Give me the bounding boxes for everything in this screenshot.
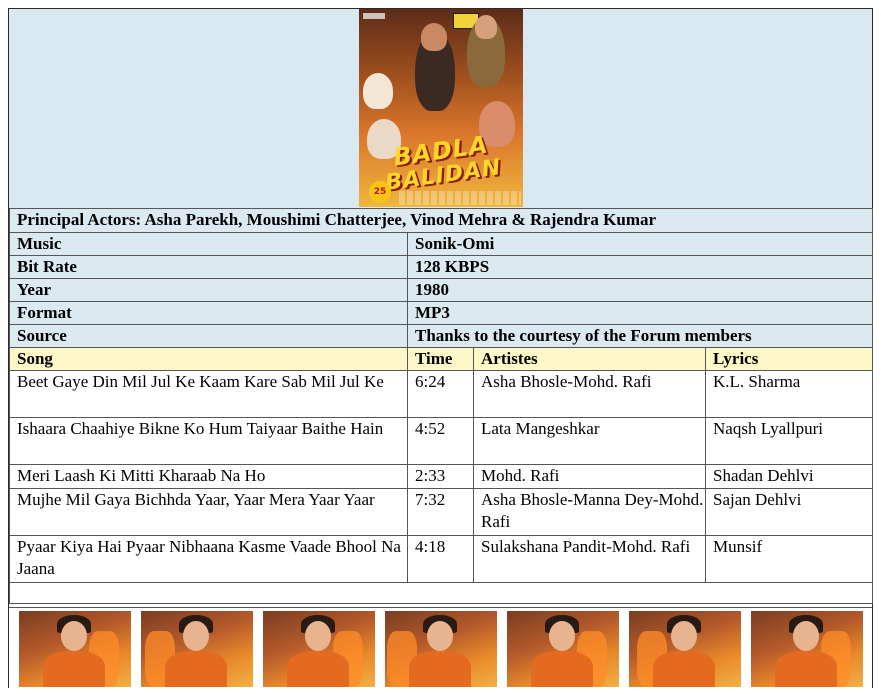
song-title: Beet Gaye Din Mil Jul Ke Kaam Kare Sab M… <box>9 370 408 418</box>
spacer-cell <box>8 582 874 604</box>
detail-value: Thanks to the courtesy of the Forum memb… <box>406 324 874 348</box>
spacer-row <box>8 582 874 604</box>
screenshot-strip <box>9 607 872 688</box>
song-lyrics: Shadan Dehlvi <box>704 464 874 489</box>
detail-value: 1980 <box>406 278 874 302</box>
detail-value: 128 KBPS <box>406 255 874 279</box>
song-artistes: Asha Bhosle-Manna Dey-Mohd. Rafi <box>473 488 706 536</box>
song-artistes: Sulakshana Pandit-Mohd. Rafi <box>473 535 706 583</box>
header-time: Time <box>407 347 474 371</box>
header-song: Song <box>9 347 408 371</box>
songs-header-row: Song Time Artistes Lyrics <box>9 347 874 371</box>
detail-row-source: Source Thanks to the courtesy of the For… <box>9 324 874 348</box>
actors-cell: Principal Actors: Asha Parekh, Moushimi … <box>8 208 874 233</box>
details-table: Principal Actors: Asha Parekh, Moushimi … <box>8 208 874 604</box>
detail-label: Bit Rate <box>9 255 408 279</box>
song-time: 4:18 <box>407 535 474 583</box>
detail-label: Source <box>9 324 408 348</box>
detail-row-bitrate: Bit Rate 128 KBPS <box>9 255 874 279</box>
film-still-4 <box>385 611 497 687</box>
song-lyrics: Naqsh Lyallpuri <box>704 417 874 465</box>
song-row: Ishaara Chaahiye Bikne Ko Hum Taiyaar Ba… <box>9 417 874 465</box>
detail-row-music: Music Sonik-Omi <box>9 232 874 256</box>
song-artistes: Mohd. Rafi <box>473 464 706 489</box>
header-lyrics: Lyrics <box>704 347 874 371</box>
song-row: Beet Gaye Din Mil Jul Ke Kaam Kare Sab M… <box>9 370 874 418</box>
song-info-sheet: BADLA BALIDAN 25 Principal Actors: Asha … <box>8 8 874 688</box>
poster-credits-block <box>399 191 521 205</box>
song-title: Pyaar Kiya Hai Pyaar Nibhaana Kasme Vaad… <box>9 535 408 583</box>
song-lyrics: Munsif <box>704 535 874 583</box>
song-lyrics: K.L. Sharma <box>704 370 874 418</box>
song-row: Mujhe Mil Gaya Bichhda Yaar, Yaar Mera Y… <box>9 488 874 536</box>
detail-label: Format <box>9 301 408 325</box>
detail-value: MP3 <box>406 301 874 325</box>
detail-label: Year <box>9 278 408 302</box>
song-title: Mujhe Mil Gaya Bichhda Yaar, Yaar Mera Y… <box>9 488 408 536</box>
detail-label: Music <box>9 232 408 256</box>
header-artistes: Artistes <box>473 347 706 371</box>
song-title: Ishaara Chaahiye Bikne Ko Hum Taiyaar Ba… <box>9 417 408 465</box>
film-still-1 <box>19 611 131 687</box>
song-time: 6:24 <box>407 370 474 418</box>
poster-badge: 25 <box>369 181 391 203</box>
song-time: 4:52 <box>407 417 474 465</box>
film-still-7 <box>751 611 863 687</box>
song-time: 7:32 <box>407 488 474 536</box>
song-artistes: Lata Mangeshkar <box>473 417 706 465</box>
film-still-3 <box>263 611 375 687</box>
song-lyrics: Sajan Dehlvi <box>704 488 874 536</box>
movie-poster-image: BADLA BALIDAN 25 <box>359 9 523 207</box>
song-row: Pyaar Kiya Hai Pyaar Nibhaana Kasme Vaad… <box>9 535 874 583</box>
detail-row-format: Format MP3 <box>9 301 874 325</box>
detail-row-year: Year 1980 <box>9 278 874 302</box>
song-time: 2:33 <box>407 464 474 489</box>
poster-corner-label <box>363 13 385 19</box>
film-still-5 <box>507 611 619 687</box>
poster-figure-left <box>363 73 393 109</box>
poster-figure-gunman-face <box>421 23 447 51</box>
song-artistes: Asha Bhosle-Mohd. Rafi <box>473 370 706 418</box>
poster-row: BADLA BALIDAN 25 <box>9 9 872 209</box>
detail-value: Sonik-Omi <box>406 232 874 256</box>
song-title: Meri Laash Ki Mitti Kharaab Na Ho <box>9 464 408 489</box>
actors-row: Principal Actors: Asha Parekh, Moushimi … <box>8 208 874 233</box>
poster-figure-officer-face <box>475 15 497 39</box>
song-row: Meri Laash Ki Mitti Kharaab Na Ho 2:33 M… <box>9 464 874 489</box>
film-still-2 <box>141 611 253 687</box>
film-still-6 <box>629 611 741 687</box>
